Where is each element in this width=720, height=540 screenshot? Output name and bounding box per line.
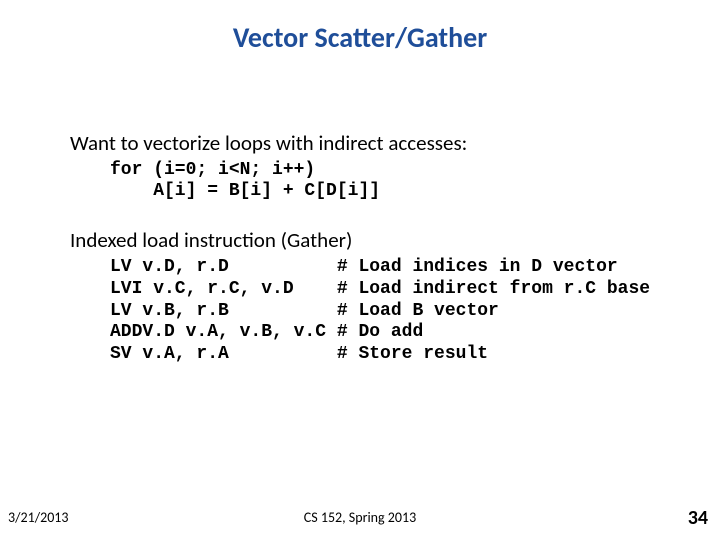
slide-title: Vector Scatter/Gather [0, 0, 720, 55]
lead-text-1: Want to vectorize loops with indirect ac… [70, 130, 670, 156]
code-block-asm: LV v.D, r.D # Load indices in D vector L… [110, 257, 670, 365]
footer-course: CS 152, Spring 2013 [0, 509, 720, 526]
slide: Vector Scatter/Gather Want to vectorize … [0, 0, 720, 540]
slide-body: Want to vectorize loops with indirect ac… [70, 130, 670, 365]
lead-text-2: Indexed load instruction (Gather) [70, 227, 670, 253]
code-block-loop: for (i=0; i<N; i++) A[i] = B[i] + C[D[i]… [110, 160, 670, 201]
footer-page-number: 34 [688, 506, 708, 530]
